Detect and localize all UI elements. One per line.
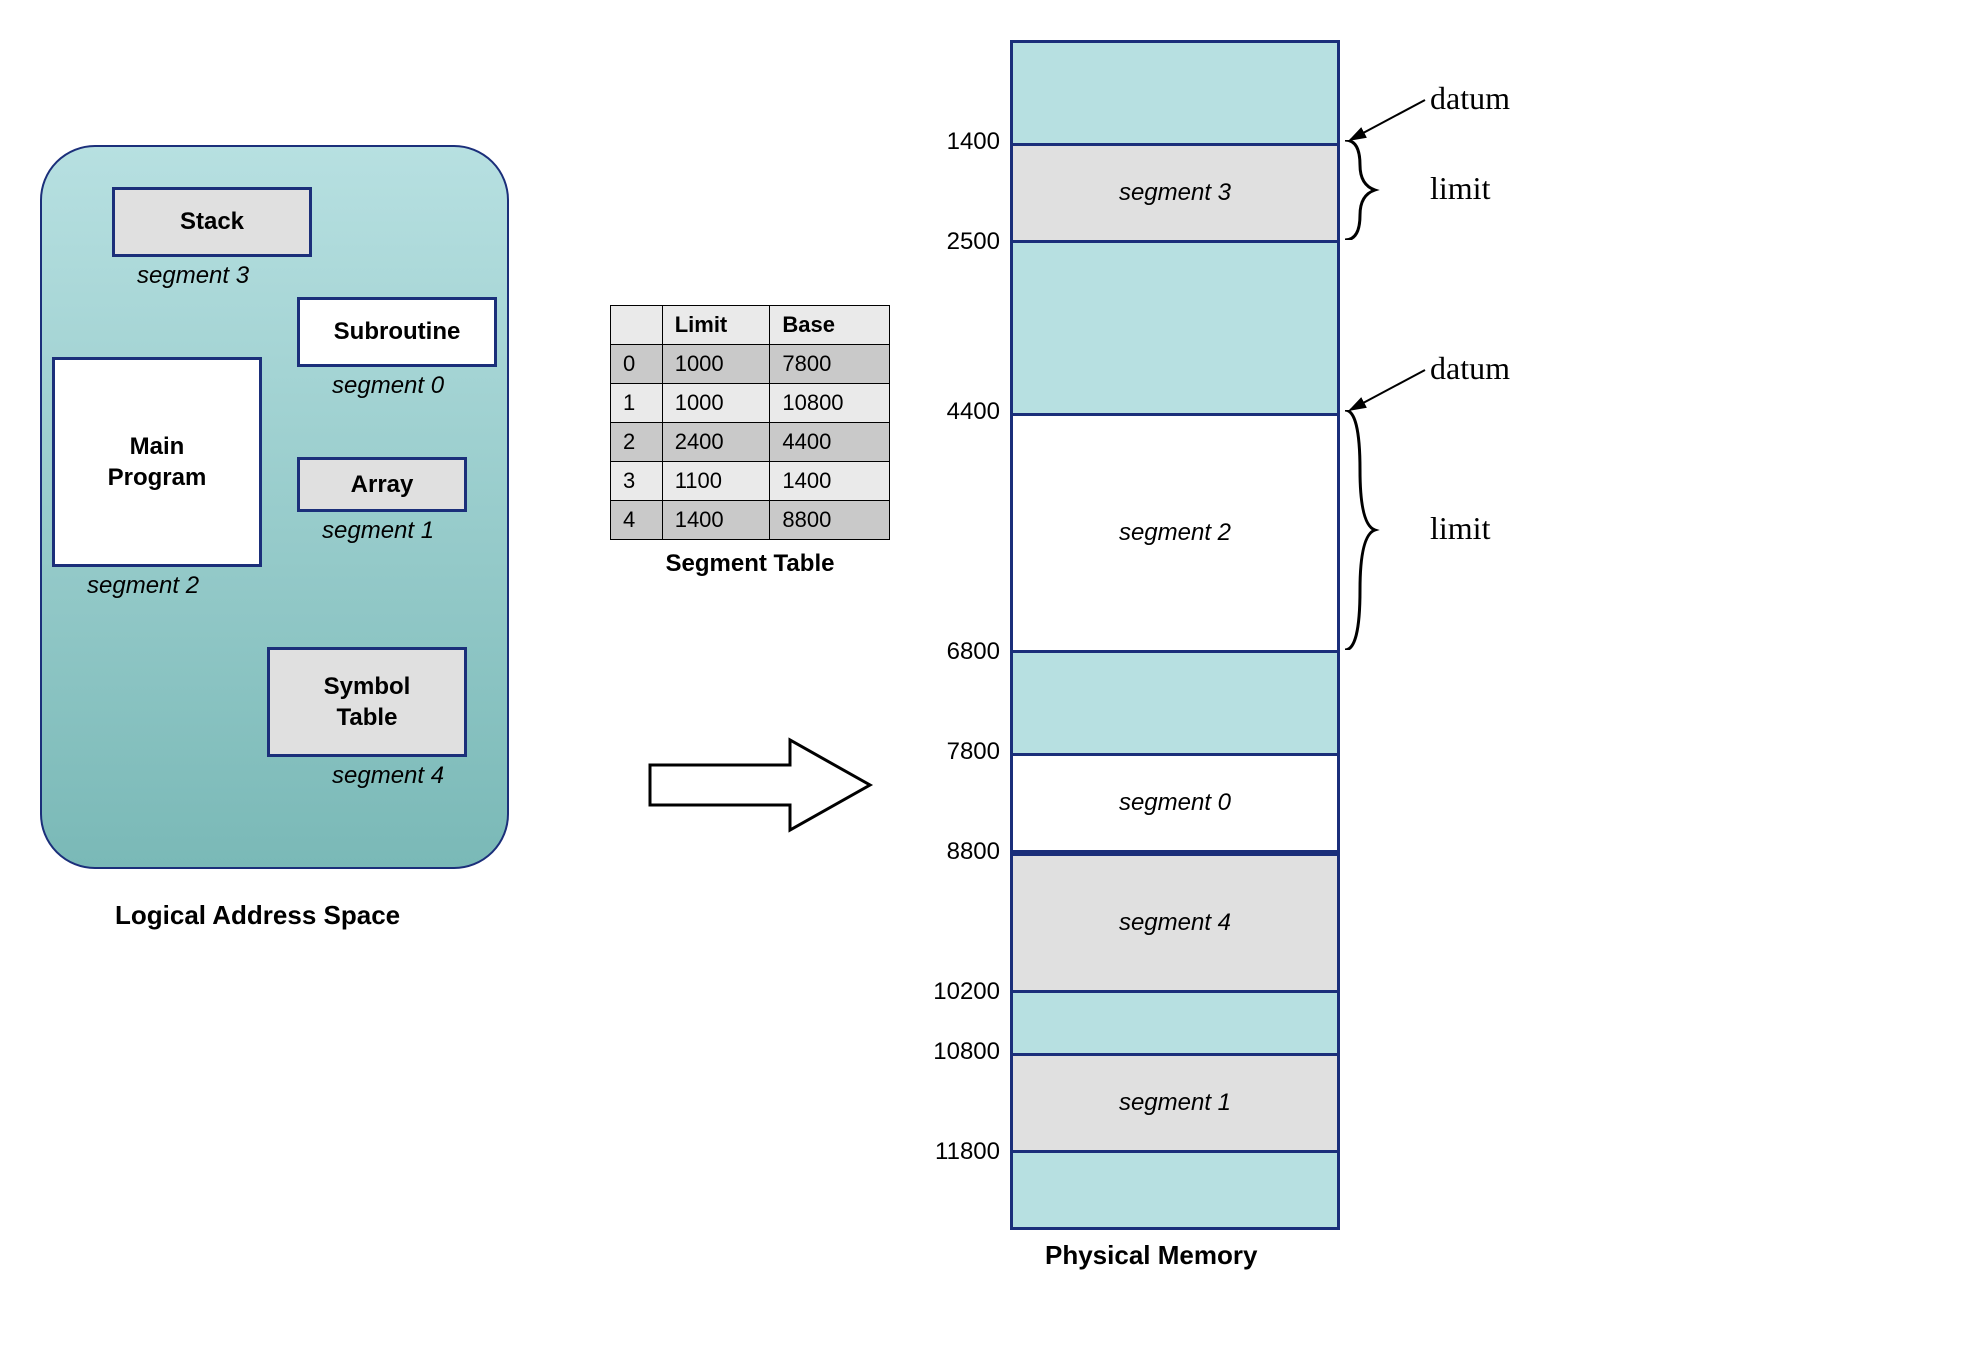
physical-memory-bar: segment 3 segment 2 segment 0 segment 4 … [1010, 40, 1340, 1230]
phys-tick: 8800 [915, 838, 1000, 866]
brace-icon [1340, 410, 1380, 650]
cell: 4 [611, 501, 663, 540]
physical-memory-title: Physical Memory [1045, 1240, 1257, 1271]
physical-slot-label: segment 3 [1119, 179, 1231, 207]
brace-icon [1340, 140, 1380, 240]
segment-label: segment 3 [137, 262, 249, 290]
phys-tick: 11800 [915, 1138, 1000, 1166]
annotation-limit-2: limit [1430, 510, 1490, 547]
cell: 1 [611, 384, 663, 423]
physical-slot-segment-4: segment 4 [1013, 853, 1337, 993]
segment-box-stack: Stack [112, 187, 312, 257]
cell: 1100 [662, 462, 770, 501]
segment-table-wrap: Limit Base 0 1000 7800 1 1000 10800 2 24… [610, 305, 890, 578]
physical-slot-segment-0: segment 0 [1013, 753, 1337, 853]
segment-box-main-program: MainProgram [52, 357, 262, 567]
mapping-arrow-icon [640, 730, 880, 840]
cell: 8800 [770, 501, 890, 540]
cell: 10800 [770, 384, 890, 423]
cell: 2 [611, 423, 663, 462]
cell: 1400 [662, 501, 770, 540]
phys-tick: 4400 [915, 398, 1000, 426]
physical-slot-segment-3: segment 3 [1013, 143, 1337, 243]
segment-name: Array [351, 471, 414, 499]
segment-name: MainProgram [108, 431, 207, 493]
segment-label: segment 4 [332, 762, 444, 790]
logical-address-space-panel: Stack segment 3 Subroutine segment 0 Mai… [40, 145, 509, 869]
phys-tick: 7800 [915, 738, 1000, 766]
phys-tick: 10800 [915, 1038, 1000, 1066]
col-base: Base [770, 306, 890, 345]
physical-slot-label: segment 2 [1119, 519, 1231, 547]
table-row: 3 1100 1400 [611, 462, 890, 501]
cell: 1000 [662, 384, 770, 423]
cell: 7800 [770, 345, 890, 384]
cell: 4400 [770, 423, 890, 462]
phys-tick: 10200 [915, 978, 1000, 1006]
annotation-datum-2: datum [1430, 350, 1510, 387]
table-row: 1 1000 10800 [611, 384, 890, 423]
physical-slot-label: segment 1 [1119, 1089, 1231, 1117]
segment-label: segment 1 [322, 517, 434, 545]
segment-label: segment 2 [87, 572, 199, 600]
phys-tick: 2500 [915, 228, 1000, 256]
segment-name: Subroutine [334, 318, 461, 346]
col-limit: Limit [662, 306, 770, 345]
cell: 1000 [662, 345, 770, 384]
cell: 3 [611, 462, 663, 501]
annotation-limit-1: limit [1430, 170, 1490, 207]
physical-slot-segment-1: segment 1 [1013, 1053, 1337, 1153]
annotation-datum-1: datum [1430, 80, 1510, 117]
physical-memory-wrap: segment 3 segment 2 segment 0 segment 4 … [960, 40, 1340, 1250]
table-row: 2 2400 4400 [611, 423, 890, 462]
col-index [611, 306, 663, 345]
table-row: 4 1400 8800 [611, 501, 890, 540]
segment-box-symbol-table: SymbolTable [267, 647, 467, 757]
segment-label: segment 0 [332, 372, 444, 400]
cell: 0 [611, 345, 663, 384]
segmentation-diagram: Stack segment 3 Subroutine segment 0 Mai… [40, 40, 1929, 1314]
segment-name: Stack [180, 208, 244, 236]
table-header-row: Limit Base [611, 306, 890, 345]
cell: 2400 [662, 423, 770, 462]
segment-table: Limit Base 0 1000 7800 1 1000 10800 2 24… [610, 305, 890, 540]
logical-address-space-title: Logical Address Space [115, 900, 400, 931]
physical-slot-label: segment 0 [1119, 789, 1231, 817]
physical-slot-label: segment 4 [1119, 909, 1231, 937]
phys-tick: 6800 [915, 638, 1000, 666]
segment-table-caption: Segment Table [610, 550, 890, 578]
segment-name: SymbolTable [324, 671, 411, 733]
segment-box-array: Array [297, 457, 467, 512]
cell: 1400 [770, 462, 890, 501]
phys-tick: 1400 [915, 128, 1000, 156]
table-row: 0 1000 7800 [611, 345, 890, 384]
segment-box-subroutine: Subroutine [297, 297, 497, 367]
physical-slot-segment-2: segment 2 [1013, 413, 1337, 653]
